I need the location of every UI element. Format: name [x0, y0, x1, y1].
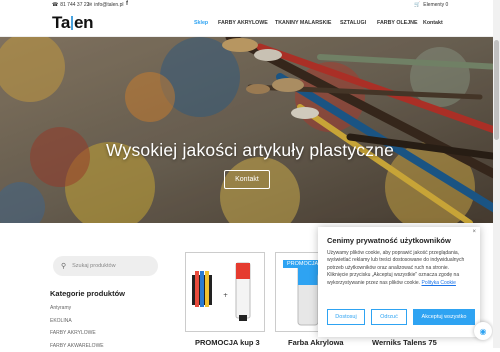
hero-brushes-image: [0, 37, 500, 223]
scrollbar-thumb[interactable]: [494, 40, 499, 140]
nav-item-sztalugi[interactable]: SZTALUGI: [340, 20, 366, 26]
cookie-title: Cenimy prywatność użytkowników: [327, 236, 471, 245]
cart-link[interactable]: 🛒 Elementy 0: [414, 2, 448, 8]
category-item[interactable]: EKOLINA: [50, 315, 104, 328]
product-title[interactable]: Farba Akrylowa: [288, 338, 344, 347]
cookie-policy-link[interactable]: Polityka Cookie: [421, 280, 455, 286]
svg-text:+: +: [223, 292, 228, 299]
hero-title: Wysokiej jakości artykuły plastyczne: [0, 140, 500, 161]
top-bar: ☎ 81 744 37 22 ✉ info@talen.pl f 🛒 Eleme…: [0, 0, 500, 10]
promo-badge: PROMOCJA: [283, 260, 322, 268]
nav-item-farby-akrylowe[interactable]: FARBY AKRYLOWE: [218, 20, 268, 26]
page-scrollbar[interactable]: [493, 0, 500, 348]
reject-button[interactable]: Odrzuć: [371, 309, 407, 325]
product-image: +: [186, 253, 265, 332]
product-title[interactable]: Werniks Talens 75: [372, 338, 437, 347]
email-address: info@talen.pl: [94, 2, 123, 8]
logo-text-right: en: [74, 13, 93, 33]
nav-item-farby-olejne[interactable]: FARBY OLEJNE: [377, 20, 418, 26]
logo-text-left: Ta: [52, 13, 70, 33]
search-icon: ⚲: [61, 262, 66, 270]
phone-number: 81 744 37 22: [60, 2, 89, 8]
email-contact[interactable]: ✉ info@talen.pl: [88, 2, 123, 8]
logo-bar: [71, 16, 73, 30]
category-item[interactable]: Antyramy: [50, 302, 104, 315]
close-icon[interactable]: ×: [472, 229, 476, 235]
cookie-consent-dialog: × Cenimy prywatność użytkowników Używamy…: [318, 227, 480, 337]
cart-count: Elementy 0: [423, 2, 448, 8]
phone-icon: ☎: [52, 2, 58, 8]
customize-button[interactable]: Dostosuj: [327, 309, 365, 325]
nav-item-kontakt[interactable]: Kontakt: [423, 20, 443, 26]
nav-item-tkaniny-malarskie[interactable]: TKANINY MALARSKIE: [275, 20, 331, 26]
cookie-icon: ◉: [480, 327, 487, 336]
product-search: ⚲: [53, 256, 158, 276]
product-card[interactable]: +: [185, 252, 265, 332]
categories-title: Kategorie produktów: [50, 289, 125, 298]
cookie-text: Używamy plików cookie, aby poprawić jako…: [327, 250, 471, 287]
hero-banner: Wysokiej jakości artykuły plastyczne Kon…: [0, 37, 500, 223]
cart-icon: 🛒: [414, 2, 420, 8]
cookie-buttons: Dostosuj Odrzuć Akceptuj wszystko: [327, 309, 475, 325]
categories-list: Antyramy EKOLINA FARBY AKRYLOWE FARBY AK…: [50, 302, 104, 352]
facebook-icon[interactable]: f: [126, 1, 128, 7]
site-logo[interactable]: Taen: [52, 13, 93, 33]
nav-item-sklep[interactable]: Sklep: [194, 20, 208, 26]
category-item[interactable]: FARBY AKRYLOWE: [50, 327, 104, 340]
site-header: Taen Sklep FARBY AKRYLOWE TKANINY MALARS…: [0, 10, 500, 37]
phone-contact[interactable]: ☎ 81 744 37 22: [52, 2, 89, 8]
product-title[interactable]: PROMOCJA kup 3: [195, 338, 260, 347]
envelope-icon: ✉: [88, 2, 92, 8]
hero-contact-button[interactable]: Kontakt: [224, 170, 270, 189]
category-item[interactable]: FARBY AKWARELOWE: [50, 340, 104, 352]
cookie-settings-button[interactable]: ◉: [474, 322, 492, 340]
accept-all-button[interactable]: Akceptuj wszystko: [413, 309, 475, 325]
search-input[interactable]: [70, 262, 150, 270]
